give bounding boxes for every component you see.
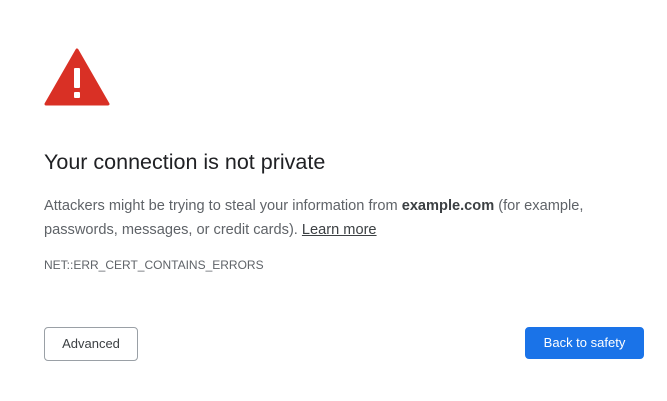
page-title: Your connection is not private bbox=[44, 150, 326, 174]
site-domain: example.com bbox=[401, 198, 495, 214]
error-code: NET::ERR_CERT_CONTAINS_ERRORS bbox=[44, 258, 264, 272]
message-text-before: Attackers might be trying to steal your … bbox=[44, 198, 402, 214]
back-to-safety-button[interactable]: Back to safety bbox=[525, 327, 644, 359]
warning-message: Attackers might be trying to steal your … bbox=[44, 194, 634, 242]
learn-more-link[interactable]: Learn more bbox=[302, 222, 377, 238]
warning-triangle-icon bbox=[44, 48, 110, 106]
advanced-button[interactable]: Advanced bbox=[44, 327, 138, 361]
